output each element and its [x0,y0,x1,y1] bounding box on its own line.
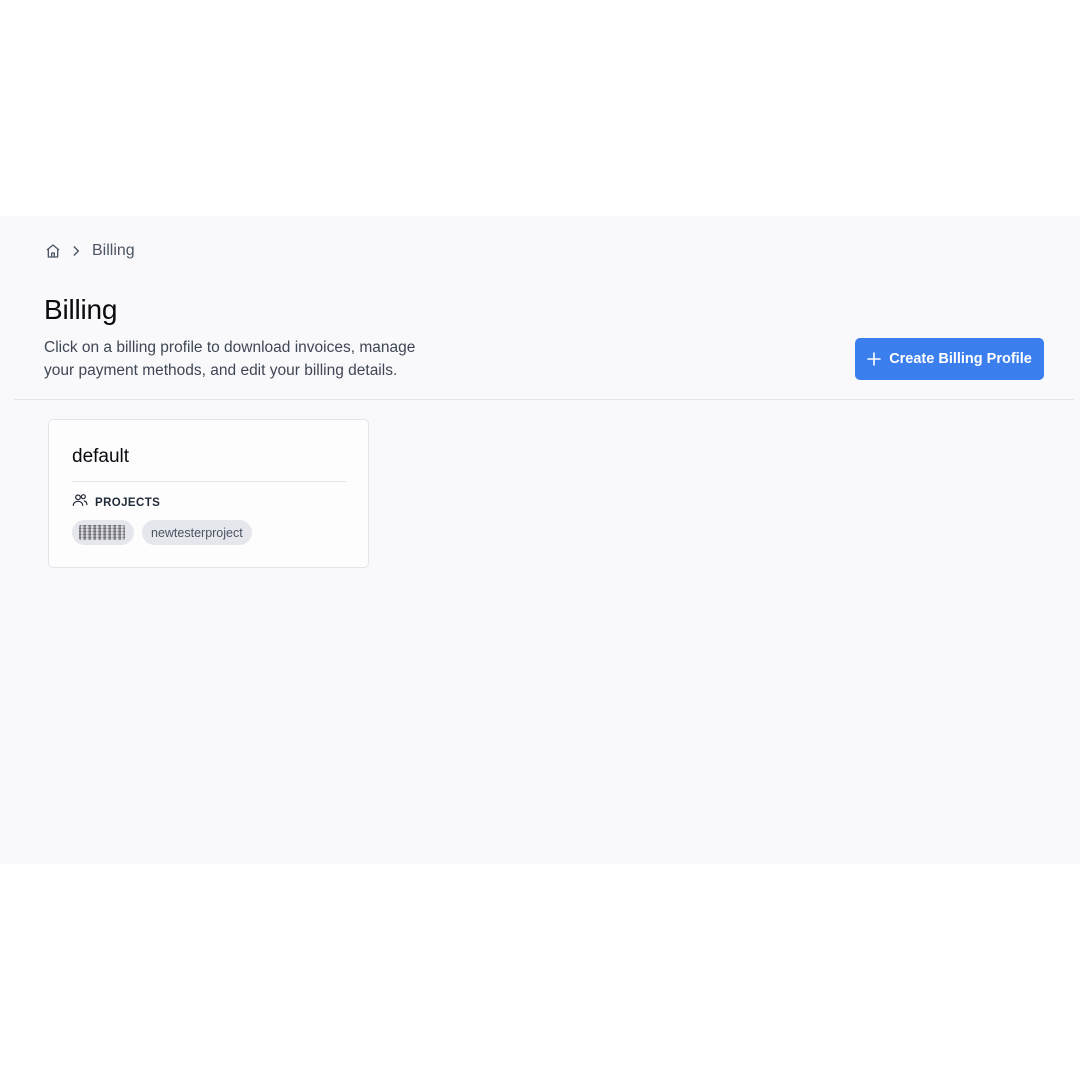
home-icon[interactable] [44,242,62,260]
projects-header: PROJECTS [72,493,160,512]
card-divider [72,481,346,482]
create-billing-profile-button[interactable]: Create Billing Profile [855,338,1044,380]
project-chip-redacted[interactable] [72,520,134,545]
billing-profile-card[interactable]: default PROJECTS newtesterproject [48,419,369,568]
page-title: Billing [44,294,118,325]
breadcrumb: Billing [44,240,135,262]
billing-page: Billing Billing Click on a billing profi… [0,216,1080,864]
project-list: newtesterproject [72,520,252,545]
billing-profile-name: default [72,446,130,467]
header-divider [14,399,1074,400]
create-billing-profile-label: Create Billing Profile [889,351,1032,367]
projects-label: PROJECTS [95,496,161,509]
plus-icon [867,352,881,366]
project-chip[interactable]: newtesterproject [142,520,252,545]
redacted-project-name [79,525,125,540]
breadcrumb-current: Billing [92,242,135,259]
users-icon [72,493,88,512]
chevron-right-icon [68,243,84,259]
page-description: Click on a billing profile to download i… [44,339,416,379]
